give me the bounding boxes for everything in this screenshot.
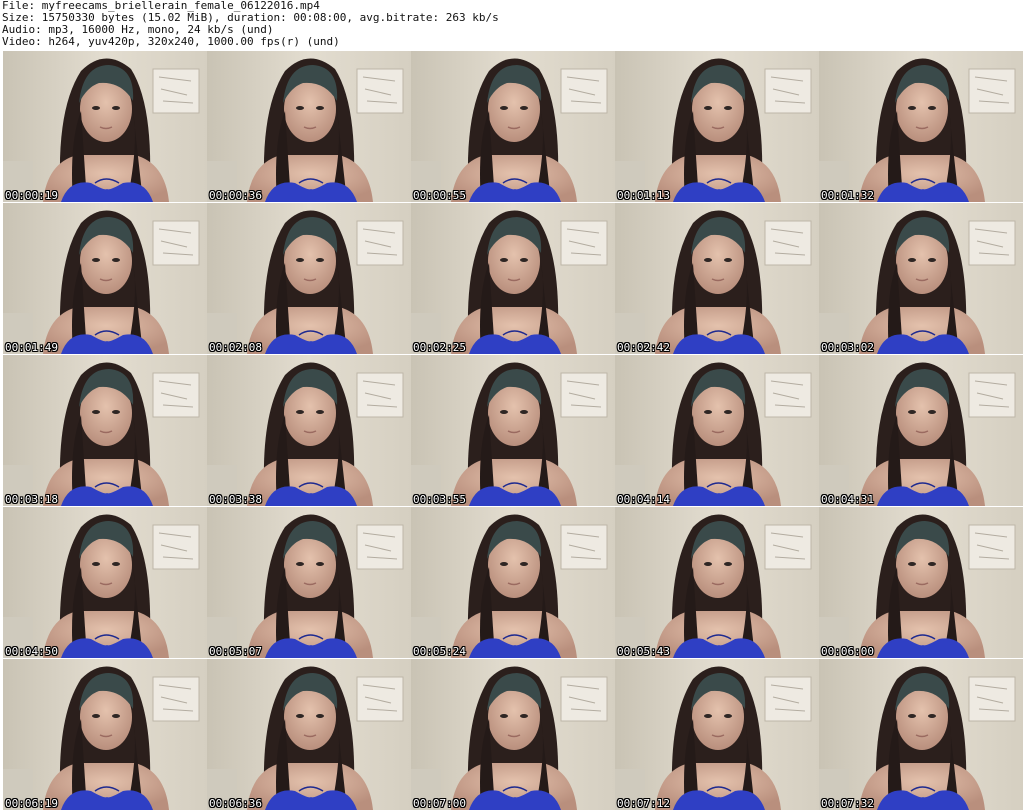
video-thumbnail: 00:00:19 <box>3 51 207 202</box>
thumbnail-timestamp: 00:07:32 <box>821 797 874 810</box>
video-frame-image <box>207 355 411 506</box>
thumbnail-grid: 00:00:19 00:00:36 00:00:55 00:01:13 00:0… <box>0 51 1024 811</box>
video-frame-image <box>819 51 1023 202</box>
video-frame-image <box>207 51 411 202</box>
video-frame-image <box>411 659 615 810</box>
video-frame-image <box>819 203 1023 354</box>
video-frame-image <box>207 203 411 354</box>
video-frame-image <box>3 507 207 658</box>
thumbnail-timestamp: 00:05:43 <box>617 645 670 658</box>
video-thumbnail: 00:01:32 <box>819 51 1023 202</box>
file-info-header: File: myfreecams_briellerain_female_0612… <box>0 0 1024 51</box>
video-thumbnail: 00:04:50 <box>3 507 207 658</box>
thumbnail-timestamp: 00:02:25 <box>413 341 466 354</box>
thumbnail-timestamp: 00:00:36 <box>209 189 262 202</box>
video-thumbnail: 00:05:24 <box>411 507 615 658</box>
thumbnail-timestamp: 00:07:12 <box>617 797 670 810</box>
video-frame-image <box>819 659 1023 810</box>
video-frame-image <box>615 355 819 506</box>
video-thumbnail: 00:06:00 <box>819 507 1023 658</box>
video-frame-image <box>411 51 615 202</box>
thumbnail-timestamp: 00:05:24 <box>413 645 466 658</box>
video-thumbnail: 00:07:00 <box>411 659 615 810</box>
thumbnail-timestamp: 00:01:13 <box>617 189 670 202</box>
thumbnail-timestamp: 00:07:00 <box>413 797 466 810</box>
video-frame-image <box>819 355 1023 506</box>
video-thumbnail: 00:06:36 <box>207 659 411 810</box>
video-thumbnail: 00:05:07 <box>207 507 411 658</box>
video-frame-image <box>3 659 207 810</box>
video-thumbnail: 00:03:02 <box>819 203 1023 354</box>
thumbnail-timestamp: 00:06:00 <box>821 645 874 658</box>
video-thumbnail: 00:01:13 <box>615 51 819 202</box>
video-thumbnail: 00:02:25 <box>411 203 615 354</box>
video-frame-image <box>819 507 1023 658</box>
video-frame-image <box>615 507 819 658</box>
thumbnail-timestamp: 00:03:18 <box>5 493 58 506</box>
video-frame-image <box>615 203 819 354</box>
thumbnail-timestamp: 00:03:02 <box>821 341 874 354</box>
video-thumbnail: 00:03:18 <box>3 355 207 506</box>
thumbnail-timestamp: 00:02:08 <box>209 341 262 354</box>
video-frame-image <box>3 203 207 354</box>
video-thumbnail: 00:05:43 <box>615 507 819 658</box>
video-info-line: Video: h264, yuv420p, 320x240, 1000.00 f… <box>2 35 340 48</box>
video-frame-image <box>207 507 411 658</box>
video-frame-image <box>207 659 411 810</box>
thumbnail-timestamp: 00:02:42 <box>617 341 670 354</box>
video-thumbnail: 00:01:49 <box>3 203 207 354</box>
video-thumbnail: 00:04:14 <box>615 355 819 506</box>
thumbnail-timestamp: 00:00:55 <box>413 189 466 202</box>
video-frame-image <box>411 355 615 506</box>
thumbnail-timestamp: 00:04:31 <box>821 493 874 506</box>
video-thumbnail: 00:00:36 <box>207 51 411 202</box>
video-thumbnail: 00:07:32 <box>819 659 1023 810</box>
thumbnail-timestamp: 00:04:14 <box>617 493 670 506</box>
video-thumbnail: 00:03:55 <box>411 355 615 506</box>
video-thumbnail: 00:00:55 <box>411 51 615 202</box>
video-frame-image <box>3 355 207 506</box>
thumbnail-timestamp: 00:03:38 <box>209 493 262 506</box>
video-thumbnail: 00:06:19 <box>3 659 207 810</box>
thumbnail-timestamp: 00:05:07 <box>209 645 262 658</box>
video-frame-image <box>3 51 207 202</box>
thumbnail-timestamp: 00:06:36 <box>209 797 262 810</box>
thumbnail-timestamp: 00:01:49 <box>5 341 58 354</box>
thumbnail-timestamp: 00:06:19 <box>5 797 58 810</box>
video-thumbnail: 00:03:38 <box>207 355 411 506</box>
video-frame-image <box>615 51 819 202</box>
thumbnail-timestamp: 00:01:32 <box>821 189 874 202</box>
video-thumbnail: 00:07:12 <box>615 659 819 810</box>
video-thumbnail: 00:02:08 <box>207 203 411 354</box>
thumbnail-timestamp: 00:03:55 <box>413 493 466 506</box>
thumbnail-timestamp: 00:04:50 <box>5 645 58 658</box>
video-thumbnail: 00:04:31 <box>819 355 1023 506</box>
thumbnail-timestamp: 00:00:19 <box>5 189 58 202</box>
video-frame-image <box>411 203 615 354</box>
video-thumbnail: 00:02:42 <box>615 203 819 354</box>
video-frame-image <box>615 659 819 810</box>
video-frame-image <box>411 507 615 658</box>
